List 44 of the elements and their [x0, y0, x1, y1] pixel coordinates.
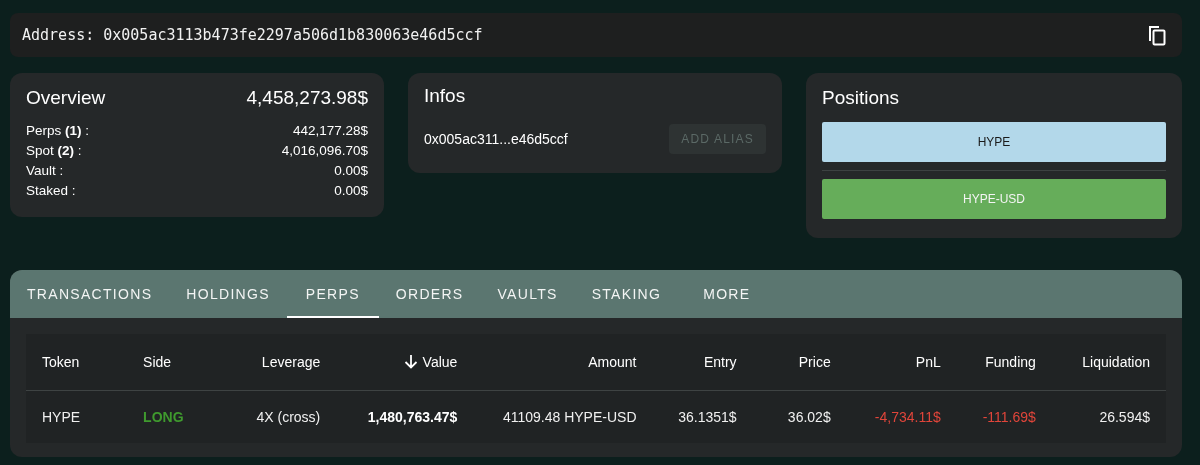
balance-label: Vault : — [26, 162, 64, 180]
total-value: 4,458,273.98$ — [246, 87, 368, 109]
table-cell: HYPE — [26, 390, 128, 443]
column-header[interactable]: Liquidation — [1051, 334, 1166, 391]
column-header[interactable]: Side — [127, 334, 211, 391]
column-header[interactable]: Amount — [473, 334, 653, 391]
balance-label: Staked : — [26, 182, 76, 200]
tab[interactable]: TRANSACTIONS — [10, 270, 170, 318]
table-cell: -4,734.11$ — [846, 390, 957, 443]
table-cell: 41109.48 HYPE-USD — [473, 390, 653, 443]
balance-label: Perps (1) : — [26, 122, 90, 140]
table-cell: 1,480,763.47$ — [336, 390, 474, 443]
balance-value: 0.00$ — [334, 162, 368, 180]
card-title: Infos — [424, 85, 467, 107]
tab[interactable]: HOLDINGS — [169, 270, 287, 318]
tab[interactable]: STAKING — [574, 270, 679, 318]
column-header[interactable]: Entry — [652, 334, 753, 391]
position-button[interactable]: HYPE — [822, 122, 1166, 162]
balance-label: Spot (2) : — [26, 142, 82, 160]
balance-value: 442,177.28$ — [292, 122, 368, 140]
tab[interactable]: ORDERS — [378, 270, 481, 318]
address-value: 0x005ac3113b473fe2297a506d1b830063e46d5ccf — [103, 26, 483, 44]
table-cell: LONG — [127, 390, 211, 443]
column-header[interactable]: Funding — [956, 334, 1052, 391]
table-cell: -111.69$ — [956, 390, 1052, 443]
balance-value: 0.00$ — [334, 182, 368, 200]
column-header[interactable]: PnL — [846, 334, 957, 391]
column-header[interactable]: Token — [26, 334, 128, 391]
address-label: Address: — [22, 26, 95, 44]
short-address: 0x005ac311...e46d5ccf — [424, 131, 568, 147]
card-title: Overview — [26, 87, 106, 109]
copy-icon[interactable] — [1146, 23, 1168, 47]
card-title: Positions — [822, 87, 901, 109]
table-cell: 36.02$ — [752, 390, 847, 443]
balance-value: 4,016,096.70$ — [281, 142, 368, 160]
table-cell: 4X (cross) — [210, 390, 337, 443]
column-header[interactable]: Price — [752, 334, 847, 391]
table-cell: 26.594$ — [1051, 390, 1166, 443]
column-header[interactable]: Leverage — [210, 334, 337, 391]
tab[interactable]: PERPS — [286, 270, 379, 318]
table-cell: 36.1351$ — [652, 390, 753, 443]
column-header[interactable]: Value — [336, 334, 474, 391]
tab[interactable]: VAULTS — [480, 270, 575, 318]
tab[interactable]: MORE — [686, 270, 768, 318]
